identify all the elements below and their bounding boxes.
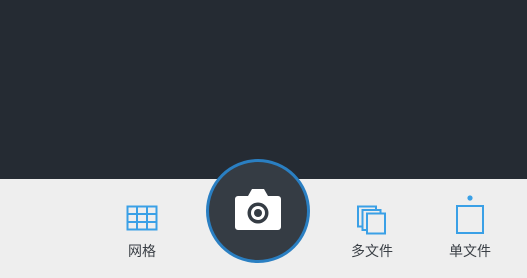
single-file-mode-label: 单文件 (449, 244, 491, 260)
shutter-button[interactable] (209, 162, 307, 260)
camera-viewfinder (0, 0, 527, 179)
multi-file-mode-label: 多文件 (351, 244, 393, 260)
multi-file-icon (356, 205, 388, 239)
single-file-icon (455, 195, 485, 239)
camera-screen: 网格 多文件 单文件 (0, 0, 527, 278)
single-file-mode-button[interactable]: 单文件 (438, 179, 502, 278)
grid-mode-button[interactable]: 网格 (110, 179, 174, 278)
grid-mode-label: 网格 (128, 244, 156, 260)
multi-file-mode-button[interactable]: 多文件 (340, 179, 404, 278)
camera-icon (233, 188, 283, 236)
grid-icon (126, 205, 158, 235)
